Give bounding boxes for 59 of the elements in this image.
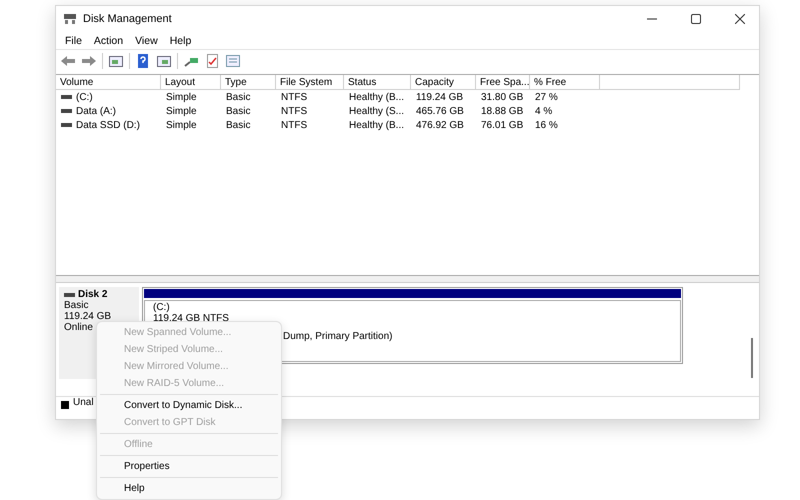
column-header[interactable]: Capacity [411,75,476,90]
table-cell: (C:) [76,92,93,102]
table-cell: NTFS [281,120,308,130]
table-cell: 27 % [535,92,558,102]
table-cell: 31.80 GB [481,92,524,102]
column-header[interactable]: Status [344,75,411,90]
table-cell: 465.76 GB [416,106,464,116]
table-cell: 76.01 GB [481,120,524,130]
table-cell: Data SSD (D:) [76,120,140,130]
column-header[interactable]: Layout [161,75,221,90]
window-title: Disk Management [83,13,173,25]
panel-icon[interactable] [156,53,172,69]
table-cell: NTFS [281,92,308,102]
close-icon [735,14,745,24]
column-header[interactable]: % Free [530,75,600,90]
table-cell: Simple [166,92,197,102]
column-header[interactable]: Volume [56,75,161,90]
table-cell: Healthy (B... [349,92,404,102]
context-menu-item[interactable]: Convert to Dynamic Disk... [100,397,278,414]
column-header[interactable]: Free Spa... [476,75,530,90]
partition-label: (C:) [153,302,170,313]
table-cell: 119.24 GB [416,92,464,102]
table-cell: Simple [166,120,197,130]
legend-label: Unal [73,397,94,408]
table-cell: Data (A:) [76,106,116,116]
menu-item[interactable]: View [129,34,164,46]
help-icon[interactable] [135,53,151,69]
menu-item[interactable]: File [59,34,88,46]
disk-size: 119.24 GB [64,311,112,322]
table-cell: 4 % [535,106,552,116]
disk-management-icon [63,13,77,25]
table-cell: 476.92 GB [416,120,464,130]
table-cell: NTFS [281,106,308,116]
disk-type: Basic [64,300,88,311]
partition-size: 119.24 GB NTFS [153,313,229,324]
menu-item[interactable]: Help [164,34,198,46]
panel-icon[interactable] [108,53,124,69]
menu-item[interactable]: Action [88,34,130,46]
context-menu-item[interactable]: Properties [100,458,278,475]
back-arrow-icon[interactable] [60,53,76,69]
partition-status: Dump, Primary Partition) [283,331,392,342]
column-header[interactable]: File System [276,75,344,90]
table-cell: Basic [226,92,250,102]
table-cell: Basic [226,106,250,116]
list-icon[interactable] [225,53,241,69]
checklist-icon[interactable] [204,53,220,69]
table-cell: Basic [226,120,250,130]
maximize-icon [691,14,701,24]
table-cell: 16 % [535,120,558,130]
forward-arrow-icon[interactable] [81,53,97,69]
disk-name: Disk 2 [78,289,108,300]
table-cell: Healthy (S... [349,106,404,116]
scrollbar-thumb[interactable] [751,338,753,378]
context-menu-item[interactable]: Help [100,480,278,497]
table-cell: Simple [166,106,197,116]
table-cell: 18.88 GB [481,106,524,116]
table-cell: Healthy (B... [349,120,404,130]
column-header[interactable]: Type [221,75,276,90]
disk-state: Online [64,322,93,333]
